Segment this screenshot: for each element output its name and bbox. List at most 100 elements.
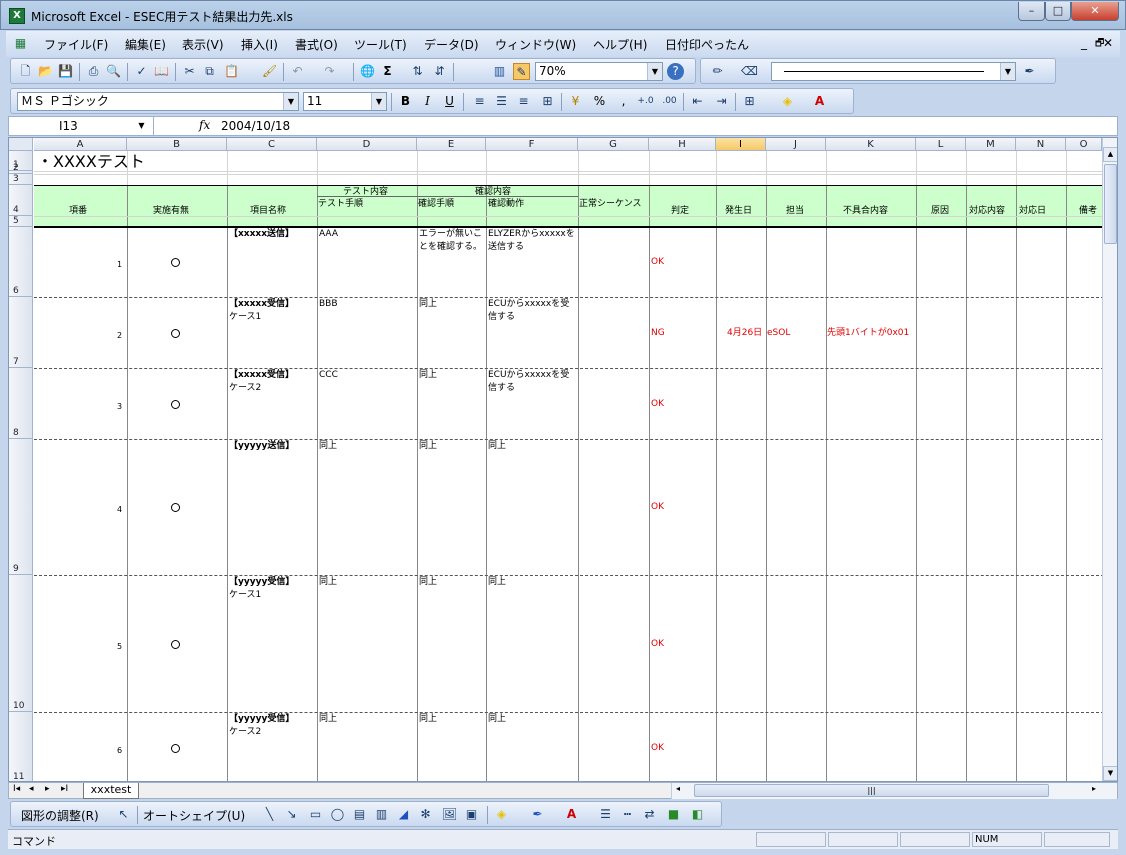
chevron-down-icon[interactable]: ▼ (134, 117, 149, 134)
underline-icon[interactable]: U (441, 93, 458, 110)
currency-icon[interactable]: ¥ (567, 93, 584, 110)
menu-tools[interactable]: ツール(T) (354, 36, 407, 53)
shadow-icon[interactable]: ■ (665, 806, 682, 823)
close-button[interactable]: ✕ (1071, 2, 1119, 21)
mdi-close-button[interactable]: ✕ (1103, 36, 1113, 50)
row-header-7[interactable]: 7 (9, 297, 33, 368)
diagram-icon[interactable]: ✻ (417, 806, 434, 823)
draw-fill-color-icon[interactable]: ◈ (493, 806, 510, 823)
open-icon[interactable]: 📂 (37, 63, 54, 80)
column-header-f[interactable]: F (486, 138, 578, 151)
vertical-textbox-icon[interactable]: ▥ (373, 806, 390, 823)
column-header-m[interactable]: M (966, 138, 1016, 151)
menu-data[interactable]: データ(D) (424, 36, 479, 53)
minimize-button[interactable]: – (1018, 2, 1045, 21)
fill-color-icon[interactable]: ◈ (779, 93, 796, 110)
print-preview-icon[interactable]: 🔍 (105, 63, 122, 80)
menu-view[interactable]: 表示(V) (182, 36, 224, 53)
font-size-select[interactable]: 11 ▼ (303, 92, 387, 111)
scroll-up-icon[interactable]: ▲ (1103, 147, 1117, 162)
horizontal-scrollbar[interactable]: ◂ ||| ▸ (671, 783, 1117, 799)
bold-icon[interactable]: B (397, 93, 414, 110)
scroll-down-icon[interactable]: ▼ (1103, 766, 1117, 781)
increase-decimal-icon[interactable]: +.0 (637, 93, 654, 110)
cut-icon[interactable]: ✂ (181, 63, 198, 80)
prev-sheet-icon[interactable]: ◂ (29, 784, 34, 794)
excel-app-icon[interactable]: X (9, 8, 25, 24)
menu-insert[interactable]: 挿入(I) (241, 36, 278, 53)
clipart-icon[interactable]: 🖼 (441, 806, 458, 823)
worksheet[interactable]: ABCDEFGHIJKLMNO 1 2 3 4 5 6 7 8 9 10 11 ・XXXXテスト 項番… (8, 137, 1118, 782)
column-header-c[interactable]: C (227, 138, 317, 151)
column-header-i[interactable]: I (716, 138, 766, 151)
row-header-9[interactable]: 9 (9, 439, 33, 575)
draw-line-color-icon[interactable]: ✒ (529, 806, 546, 823)
percent-icon[interactable]: % (591, 93, 608, 110)
borders-icon[interactable]: ⊞ (741, 93, 758, 110)
sort-ascending-icon[interactable]: ⇅ (409, 63, 426, 80)
column-header-a[interactable]: A (34, 138, 127, 151)
row-header-8[interactable]: 8 (9, 368, 33, 439)
line-style-select[interactable]: ▼ (771, 62, 1016, 81)
line-color-icon[interactable]: ✒ (1021, 63, 1038, 80)
sort-descending-icon[interactable]: ⇵ (431, 63, 448, 80)
chevron-down-icon[interactable]: ▼ (371, 93, 386, 110)
textbox-icon[interactable]: ▤ (351, 806, 368, 823)
row-header-5[interactable]: 5 (9, 216, 33, 227)
column-header-o[interactable]: O (1066, 138, 1102, 151)
vertical-scrollbar[interactable]: ▲ ▼ (1102, 138, 1117, 781)
function-icon[interactable]: fx (199, 118, 210, 132)
draw-adjust-menu[interactable]: 図形の調整(R) (21, 807, 99, 824)
column-header-b[interactable]: B (127, 138, 227, 151)
3d-style-icon[interactable]: ◧ (689, 806, 706, 823)
font-color-icon[interactable]: A (811, 93, 828, 110)
scroll-right-icon[interactable]: ▸ (1092, 784, 1096, 793)
rectangle-icon[interactable]: ▭ (307, 806, 324, 823)
dash-style-icon[interactable]: ┅ (619, 806, 636, 823)
chevron-down-icon[interactable]: ▼ (283, 93, 298, 110)
formula-input[interactable]: 2004/10/18 (221, 119, 290, 133)
picture-icon[interactable]: ▣ (463, 806, 480, 823)
sheet-tab-xxxtest[interactable]: xxxtest (83, 783, 139, 799)
first-sheet-icon[interactable]: I◂ (13, 784, 20, 794)
column-header-k[interactable]: K (826, 138, 916, 151)
row-header-11[interactable]: 11 (9, 712, 33, 781)
chart-wizard-icon[interactable]: ▥ (491, 63, 508, 80)
column-header-j[interactable]: J (766, 138, 826, 151)
save-icon[interactable]: 💾 (57, 63, 74, 80)
scroll-left-icon[interactable]: ◂ (676, 784, 680, 793)
increase-indent-icon[interactable]: ⇥ (713, 93, 730, 110)
draw-border-icon[interactable]: ✏ (709, 63, 726, 80)
line-style-icon[interactable]: ☰ (597, 806, 614, 823)
row-header-10[interactable]: 10 (9, 575, 33, 712)
chevron-down-icon[interactable]: ▼ (1000, 63, 1015, 80)
format-painter-icon[interactable]: 🖌 (261, 63, 278, 80)
row-header-6[interactable]: 6 (9, 227, 33, 297)
help-icon[interactable]: ? (667, 63, 684, 80)
maximize-button[interactable]: □ (1045, 2, 1071, 21)
row-header-3[interactable]: 3 (9, 174, 33, 185)
horizontal-scroll-thumb[interactable]: ||| (694, 784, 1049, 797)
align-center-icon[interactable]: ☰ (493, 93, 510, 110)
decrease-indent-icon[interactable]: ⇤ (689, 93, 706, 110)
menu-file[interactable]: ファイル(F) (44, 36, 108, 53)
row-header-4[interactable]: 4 (9, 185, 33, 216)
column-header-l[interactable]: L (916, 138, 966, 151)
last-sheet-icon[interactable]: ▸I (61, 784, 68, 794)
workbook-icon[interactable]: ▦ (12, 35, 29, 52)
paste-icon[interactable]: 📋 (223, 63, 240, 80)
menu-edit[interactable]: 編集(E) (125, 36, 166, 53)
autosum-icon[interactable]: Σ (379, 63, 396, 80)
line-icon[interactable]: ╲ (261, 806, 278, 823)
vertical-scroll-thumb[interactable] (1104, 164, 1117, 244)
name-box[interactable]: I13 ▼ (9, 117, 154, 135)
align-right-icon[interactable]: ≡ (515, 93, 532, 110)
column-header-n[interactable]: N (1016, 138, 1066, 151)
erase-border-icon[interactable]: ⌫ (741, 63, 758, 80)
column-header-g[interactable]: G (578, 138, 649, 151)
new-icon[interactable]: 🗋 (17, 63, 34, 80)
redo-icon[interactable]: ↷ (321, 63, 338, 80)
arrow-icon[interactable]: ↘ (283, 806, 300, 823)
merge-center-icon[interactable]: ⊞ (539, 93, 556, 110)
hyperlink-icon[interactable]: 🌐 (359, 63, 376, 80)
